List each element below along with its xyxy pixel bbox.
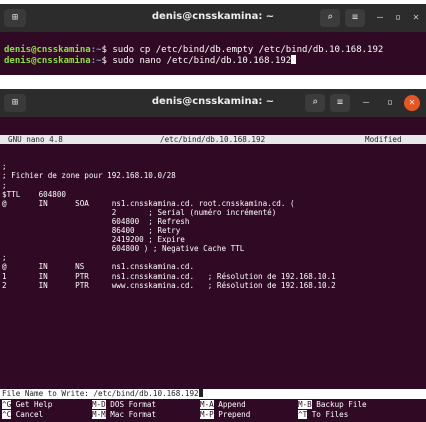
shortcut-label: Cancel bbox=[15, 410, 44, 419]
buffer-line: 2 IN PTR www.cnsskamina.cd. ; Résolution… bbox=[2, 280, 336, 290]
title-bar: ⊞ denis@cnsskamina: ~ ⌕ ≡ – ▫ ✕ bbox=[0, 89, 426, 117]
buffer-line: 2419200 ; Expire bbox=[2, 235, 185, 245]
menu-icon[interactable]: ≡ bbox=[345, 9, 365, 27]
shortcut-label: DOS Format bbox=[110, 400, 157, 409]
buffer-line: ; bbox=[2, 180, 7, 190]
shortcut-mac-format[interactable]: M-M Mac Format bbox=[92, 410, 156, 419]
text-cursor bbox=[291, 55, 297, 64]
shortcut-key: ^C bbox=[2, 410, 12, 419]
shortcut-label: To Files bbox=[311, 410, 349, 419]
buffer-line: 604800 ; Refresh bbox=[2, 216, 190, 226]
shortcut-append[interactable]: M-A Append bbox=[200, 400, 246, 409]
nano-status: Modified bbox=[365, 135, 402, 145]
terminal-window-2: ⊞ denis@cnsskamina: ~ ⌕ ≡ – ▫ ✕ GNU nano… bbox=[0, 89, 426, 422]
buffer-line: 1 IN PTR ns1.cnsskamina.cd. ; Résolution… bbox=[2, 271, 336, 281]
terminal-window-1: ⊞ denis@cnsskamina: ~ ⌕ ≡ – ▫ ✕ denis@cn… bbox=[0, 4, 426, 75]
shortcut-key: M-M bbox=[92, 410, 106, 419]
shortcut-backup-file[interactable]: M-B Backup File bbox=[298, 400, 367, 409]
nano-editor[interactable]: GNU nano 4.8 /etc/bind/db.10.168.192 Mod… bbox=[0, 117, 426, 308]
minimize-icon[interactable]: – bbox=[372, 9, 388, 27]
shortcut-label: Prepend bbox=[218, 410, 251, 419]
text-cursor bbox=[198, 389, 203, 397]
close-icon[interactable]: ✕ bbox=[404, 95, 420, 111]
terminal-output[interactable]: denis@cnsskamina:~$ sudo cp /etc/bind/db… bbox=[0, 32, 426, 69]
close-icon[interactable]: ✕ bbox=[408, 9, 424, 27]
maximize-icon[interactable]: ▫ bbox=[390, 9, 406, 27]
shortcut-cancel[interactable]: ^C Cancel bbox=[2, 410, 43, 419]
nano-filename: /etc/bind/db.10.168.192 bbox=[160, 135, 266, 145]
buffer-line: $TTL 604800 bbox=[2, 189, 67, 199]
shortcut-key: ^G bbox=[2, 400, 12, 409]
nano-buffer[interactable]: ;; Fichier de zone pour 192.168.10.0/28;… bbox=[0, 162, 426, 289]
shortcut-label: Backup File bbox=[316, 400, 367, 409]
buffer-line: 2 ; Serial (numéro incrémenté) bbox=[2, 207, 277, 217]
terminal-line: denis@cnsskamina:~$ sudo cp /etc/bind/db… bbox=[4, 45, 384, 55]
filename-input[interactable]: /etc/bind/db.10.168.192 bbox=[93, 389, 198, 398]
menu-icon[interactable]: ≡ bbox=[330, 94, 350, 112]
shortcut-get-help[interactable]: ^G Get Help bbox=[2, 400, 52, 409]
title-bar: ⊞ denis@cnsskamina: ~ ⌕ ≡ – ▫ ✕ bbox=[0, 4, 426, 32]
search-icon[interactable]: ⌕ bbox=[320, 9, 340, 27]
search-icon[interactable]: ⌕ bbox=[305, 94, 325, 112]
shortcut-key: ^T bbox=[298, 410, 308, 419]
buffer-line: 604800 ) ; Negative Cache TTL bbox=[2, 244, 245, 254]
buffer-line: @ IN NS ns1.cnsskamina.cd. bbox=[2, 262, 195, 272]
shortcut-key: M-B bbox=[298, 400, 312, 409]
shortcut-label: Get Help bbox=[15, 400, 53, 409]
shortcut-key: M-P bbox=[200, 410, 214, 419]
buffer-line: ; bbox=[2, 253, 7, 263]
nano-version: GNU nano 4.8 bbox=[8, 135, 63, 145]
buffer-line: ; bbox=[2, 162, 424, 171]
shortcut-to-files[interactable]: ^T To Files bbox=[298, 410, 348, 419]
buffer-line: 86400 ; Retry bbox=[2, 226, 181, 236]
nano-header: GNU nano 4.8 /etc/bind/db.10.168.192 Mod… bbox=[0, 135, 426, 145]
buffer-line: @ IN SOA ns1.cnsskamina.cd. root.cnsskam… bbox=[2, 198, 295, 208]
shortcut-dos-format[interactable]: M-D DOS Format bbox=[92, 400, 156, 409]
shortcut-label: Append bbox=[218, 400, 246, 409]
shortcut-prepend[interactable]: M-P Prepend bbox=[200, 410, 250, 419]
buffer-line: ; Fichier de zone pour 192.168.10.0/28 bbox=[2, 171, 176, 181]
minimize-icon[interactable]: – bbox=[358, 94, 374, 112]
maximize-icon[interactable]: ▫ bbox=[382, 94, 398, 112]
shortcut-key: M-D bbox=[92, 400, 106, 409]
shortcut-key: M-A bbox=[200, 400, 214, 409]
terminal-line: denis@cnsskamina:~$ sudo nano /etc/bind/… bbox=[4, 55, 422, 66]
shortcut-label: Mac Format bbox=[110, 410, 157, 419]
save-prompt[interactable]: File Name to Write: /etc/bind/db.10.168.… bbox=[0, 389, 426, 399]
